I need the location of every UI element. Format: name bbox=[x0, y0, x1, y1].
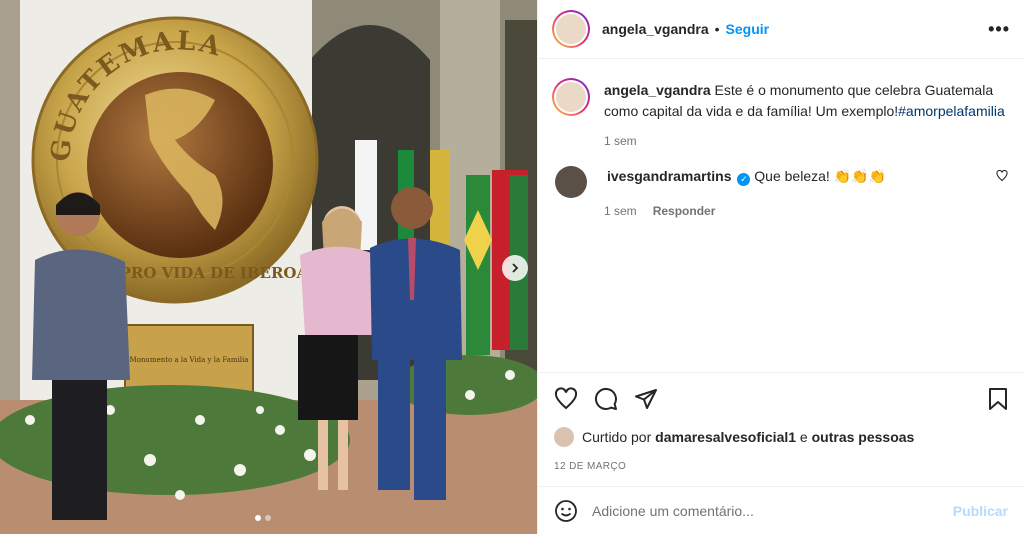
add-comment-bar: Adicione um comentário... Publicar bbox=[538, 486, 1024, 534]
photo-illustration: GUATEMALA CAPITAL PRO VIDA DE IBEROAMÉRI… bbox=[0, 0, 537, 534]
comment-input[interactable]: Adicione um comentário... bbox=[592, 503, 953, 519]
comment-text: Que beleza! 👏👏👏 bbox=[754, 168, 886, 184]
caption: angela_vgandra Este é o monumento que ce… bbox=[552, 78, 1008, 122]
caption-hashtag[interactable]: #amorpelafamilia bbox=[898, 103, 1005, 119]
plaque-title: Monumento a la Vida y la Familia bbox=[130, 356, 249, 364]
verified-badge-icon: ✓ bbox=[737, 173, 751, 186]
carousel-dot bbox=[265, 515, 271, 521]
post-side-panel: angela_vgandra • Seguir ••• angela_vgand… bbox=[537, 0, 1024, 534]
follow-button[interactable]: Seguir bbox=[726, 21, 770, 37]
caption-author[interactable]: angela_vgandra bbox=[604, 82, 711, 98]
post-photo: GUATEMALA CAPITAL PRO VIDA DE IBEROAMÉRI… bbox=[0, 0, 537, 534]
caption-time: 1 sem bbox=[604, 134, 637, 148]
share-icon[interactable] bbox=[634, 387, 658, 411]
heart-icon[interactable] bbox=[554, 387, 578, 411]
emoji-icon[interactable] bbox=[554, 499, 578, 523]
post-actions: Curtido por damaresalvesoficial1 e outra… bbox=[538, 372, 1024, 472]
caption-avatar[interactable] bbox=[552, 78, 590, 116]
post-header: angela_vgandra • Seguir ••• bbox=[538, 0, 1024, 59]
post-date[interactable]: 12 DE MARÇO bbox=[554, 461, 1010, 472]
caption-meta: 1 sem bbox=[604, 134, 1008, 148]
author-username[interactable]: angela_vgandra bbox=[602, 21, 709, 37]
comment-author[interactable]: ivesgandramartins bbox=[607, 168, 732, 184]
reply-button[interactable]: Responder bbox=[653, 204, 716, 218]
author-avatar[interactable] bbox=[552, 10, 590, 48]
carousel-dot-active bbox=[255, 515, 261, 521]
likes-prefix: Curtido por bbox=[582, 429, 652, 445]
likes-connector: e bbox=[799, 429, 808, 445]
liker-avatar[interactable] bbox=[554, 427, 574, 447]
chevron-right-icon bbox=[512, 263, 519, 273]
comment-time: 1 sem bbox=[604, 204, 637, 218]
comments-section: angela_vgandra Este é o monumento que ce… bbox=[538, 60, 1024, 372]
likes-summary: Curtido por damaresalvesoficial1 e outra… bbox=[554, 427, 1010, 447]
comment-item: ivesgandramartins ✓ Que beleza! 👏👏👏 bbox=[552, 166, 1008, 198]
publish-button[interactable]: Publicar bbox=[953, 503, 1008, 519]
commenter-avatar[interactable] bbox=[555, 166, 587, 198]
likes-user[interactable]: damaresalvesoficial1 bbox=[655, 429, 796, 445]
separator-dot: • bbox=[714, 21, 720, 37]
more-options-icon[interactable]: ••• bbox=[988, 19, 1010, 40]
likes-others-link[interactable]: outras pessoas bbox=[812, 429, 915, 445]
comment-meta: 1 sem Responder bbox=[604, 204, 1008, 218]
carousel-indicator bbox=[255, 515, 271, 521]
comment-like-heart-icon[interactable] bbox=[996, 170, 1008, 182]
carousel-next-button[interactable] bbox=[502, 255, 528, 281]
comment-icon[interactable] bbox=[594, 387, 618, 411]
bookmark-icon[interactable] bbox=[986, 387, 1010, 411]
